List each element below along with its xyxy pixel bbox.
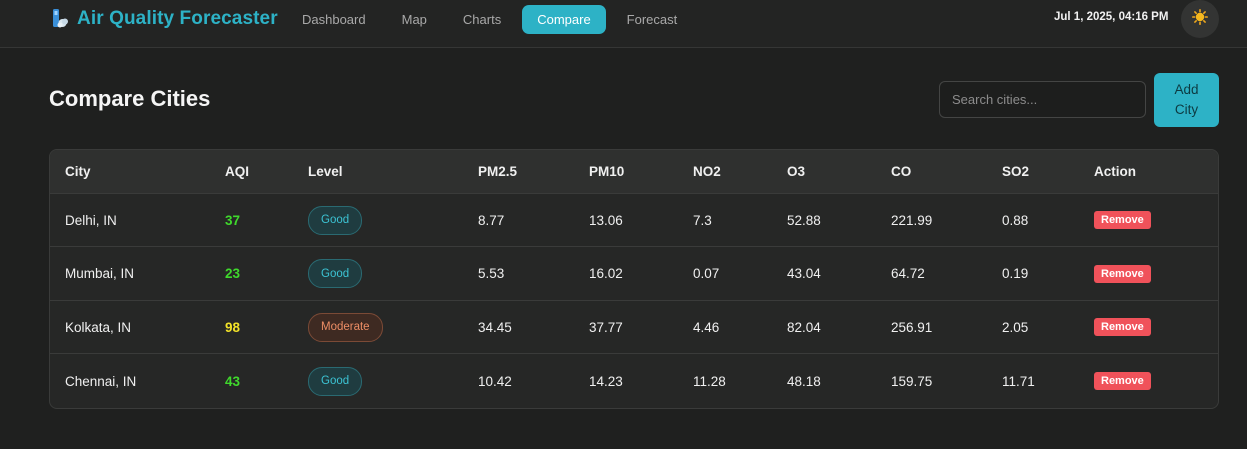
column-header-pm10: PM10: [589, 164, 625, 179]
page-title: Compare Cities: [49, 86, 211, 111]
no2-cell: 7.3: [693, 212, 712, 228]
pm25-cell: 8.77: [478, 212, 505, 228]
city-cell: Chennai, IN: [65, 373, 137, 389]
remove-button[interactable]: Remove: [1094, 264, 1151, 283]
so2-cell: 11.71: [1002, 373, 1035, 389]
column-header-level: Level: [308, 164, 343, 179]
column-header-so2: SO2: [1002, 164, 1030, 179]
brand[interactable]: Air Quality Forecaster: [50, 6, 278, 32]
o3-cell: 82.04: [787, 319, 821, 335]
table-header-row: City AQI Level PM2.5 PM10 NO2 O3 CO SO2 …: [50, 150, 1218, 194]
pm10-cell: 14.23: [589, 373, 623, 389]
remove-button[interactable]: Remove: [1094, 372, 1151, 390]
pm25-cell: 34.45: [478, 319, 512, 335]
table-row: Delhi, IN 37 Good 8.77 13.06 7.3 52.88 2…: [50, 194, 1218, 247]
table-row: Mumbai, IN 23 Good 5.53 16.02 0.07 43.04…: [50, 247, 1218, 301]
column-header-no2: NO2: [693, 164, 721, 179]
o3-cell: 43.04: [787, 266, 821, 281]
city-cell: Delhi, IN: [65, 212, 117, 228]
theme-toggle-button[interactable]: [1181, 0, 1219, 38]
level-badge: Good: [308, 205, 363, 235]
nav-compare[interactable]: Compare: [522, 5, 606, 34]
o3-cell: 48.18: [787, 373, 821, 389]
so2-cell: 2.05: [1002, 319, 1029, 335]
column-header-action: Action: [1094, 164, 1136, 179]
city-cell: Mumbai, IN: [65, 266, 135, 281]
co-cell: 221.99: [891, 212, 933, 228]
no2-cell: 4.46: [693, 319, 720, 335]
o3-cell: 52.88: [787, 212, 821, 228]
search-cities-input[interactable]: [939, 81, 1146, 118]
aqi-value: 37: [225, 212, 241, 228]
remove-button[interactable]: Remove: [1094, 318, 1151, 336]
sun-icon: [1192, 8, 1208, 30]
nav-map[interactable]: Map: [387, 5, 442, 34]
co-cell: 64.72: [891, 266, 925, 281]
aqi-value: 23: [225, 266, 241, 281]
add-city-button[interactable]: Add City: [1154, 73, 1219, 127]
table-row: Chennai, IN 43 Good 10.42 14.23 11.28 48…: [50, 354, 1218, 408]
top-navbar: Air Quality Forecaster Dashboard Map Cha…: [0, 0, 1247, 48]
level-badge: Good: [308, 366, 363, 396]
app-title: Air Quality Forecaster: [77, 8, 278, 29]
pm25-cell: 10.42: [478, 373, 512, 389]
air-quality-logo-icon: [50, 8, 70, 30]
level-badge: Moderate: [308, 312, 383, 342]
column-header-co: CO: [891, 164, 912, 179]
column-header-pm25: PM2.5: [478, 164, 518, 179]
compare-table: City AQI Level PM2.5 PM10 NO2 O3 CO SO2 …: [49, 149, 1219, 409]
column-header-city: City: [65, 164, 91, 179]
nav-forecast[interactable]: Forecast: [612, 5, 693, 34]
nav-charts[interactable]: Charts: [448, 5, 516, 34]
level-badge: Good: [308, 259, 363, 288]
aqi-value: 98: [225, 319, 241, 335]
so2-cell: 0.88: [1002, 212, 1029, 228]
nav-dashboard[interactable]: Dashboard: [287, 5, 381, 34]
no2-cell: 11.28: [693, 373, 726, 389]
no2-cell: 0.07: [693, 266, 720, 281]
column-header-aqi: AQI: [225, 164, 250, 179]
column-header-o3: O3: [787, 164, 806, 179]
pm10-cell: 37.77: [589, 319, 623, 335]
co-cell: 159.75: [891, 373, 933, 389]
pm25-cell: 5.53: [478, 266, 505, 281]
city-cell: Kolkata, IN: [65, 319, 132, 335]
pm10-cell: 13.06: [589, 212, 623, 228]
main-nav: Dashboard Map Charts Compare Forecast: [287, 5, 692, 34]
remove-button[interactable]: Remove: [1094, 211, 1151, 229]
current-datetime: Jul 1, 2025, 04:16 PM: [1054, 11, 1169, 23]
table-row: Kolkata, IN 98 Moderate 34.45 37.77 4.46…: [50, 301, 1218, 354]
pm10-cell: 16.02: [589, 266, 623, 281]
aqi-value: 43: [225, 373, 241, 389]
so2-cell: 0.19: [1002, 266, 1029, 281]
co-cell: 256.91: [891, 319, 933, 335]
